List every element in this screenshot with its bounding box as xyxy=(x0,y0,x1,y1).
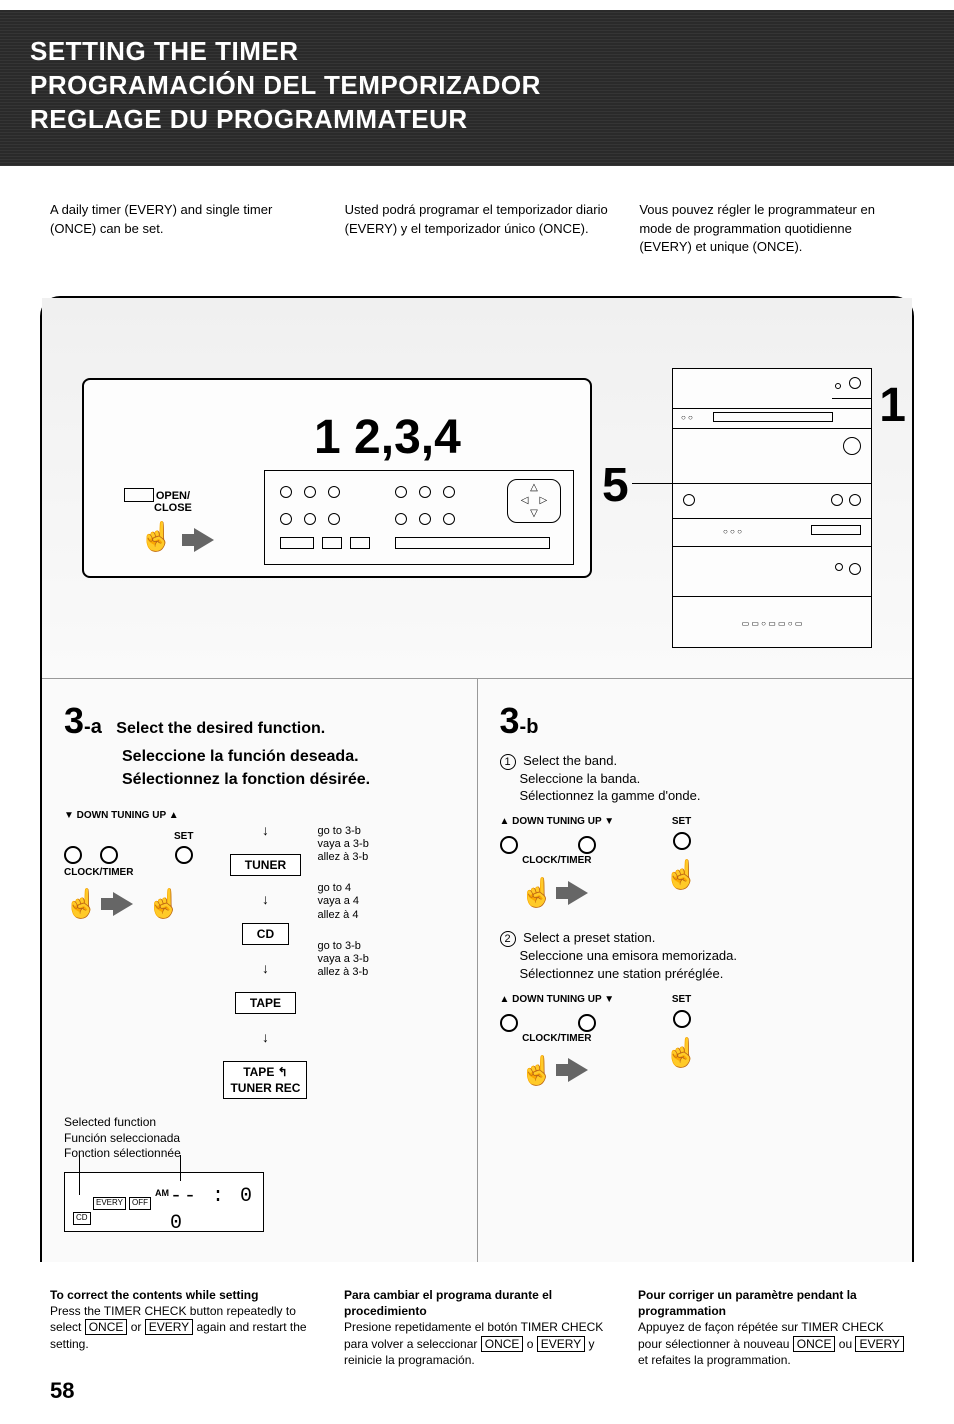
footer-es: Para cambiar el programa durante el proc… xyxy=(344,1287,610,1368)
display-am: AM xyxy=(155,1187,169,1199)
callout-5: 5 xyxy=(602,458,629,513)
display-panel: CD EVERY OFF AM -- : 0 0 xyxy=(64,1172,264,1232)
func-tape: TAPE xyxy=(235,992,296,1014)
display-time: -- : 0 0 xyxy=(170,1183,263,1237)
3b-item2-en: Select a preset station. xyxy=(523,930,655,945)
equipment-diagram: 1 2,3,4 OPEN/ CLOSE △ ◁ ▷ ▽ xyxy=(42,298,912,678)
hand-icon xyxy=(520,874,555,912)
tuning-label: ▼ DOWN TUNING UP ▲ xyxy=(64,809,193,823)
hand-icon xyxy=(147,885,182,923)
footer-en-title: To correct the contents while setting xyxy=(50,1287,316,1303)
section-header: SETTING THE TIMER PROGRAMACIÓN DEL TEMPO… xyxy=(0,10,954,166)
step-3a-head-en: Select the desired function. xyxy=(116,720,325,737)
intro-fr: Vous pouvez régler le programmateur en m… xyxy=(639,201,904,256)
display-every: EVERY xyxy=(93,1197,126,1210)
open-close-label: OPEN/ CLOSE xyxy=(154,490,192,514)
footer-fr: Pour corriger un paramètre pendant la pr… xyxy=(638,1287,904,1368)
arrow-right-icon xyxy=(568,881,588,905)
header-line-es: PROGRAMACIÓN DEL TEMPORIZADOR xyxy=(30,69,924,103)
step-3a-number: 3 xyxy=(64,700,84,741)
step-3b-number: 3 xyxy=(500,700,520,741)
goto-tape: go to 3-b vaya a 3-b allez à 3-b xyxy=(317,940,368,980)
arrow-right-icon xyxy=(194,528,214,552)
diagram-container: 1 2,3,4 OPEN/ CLOSE △ ◁ ▷ ▽ xyxy=(40,296,914,1262)
arrow-right-icon xyxy=(568,1058,588,1082)
step-row: 3-a Select the desired function. Selecci… xyxy=(42,678,912,1262)
callout-1: 1 xyxy=(879,378,906,433)
set-label-b1: SET xyxy=(664,815,699,829)
func-tuner: TUNER xyxy=(230,854,301,876)
func-cd: CD xyxy=(242,923,289,945)
circled-2: 2 xyxy=(500,931,516,947)
set-label-b2: SET xyxy=(664,993,699,1007)
display-off: OFF xyxy=(129,1197,151,1210)
3b-item1-fr: Sélectionnez la gamme d'onde. xyxy=(500,787,701,805)
step-numbers-label: 1 2,3,4 xyxy=(314,410,461,465)
func-tape-rec: TAPE ↰ TUNER REC xyxy=(223,1061,307,1099)
3b-item2-es: Seleccione una emisora memorizada. xyxy=(500,947,738,965)
3b-item1-en: Select the band. xyxy=(523,753,617,768)
hand-icon xyxy=(664,856,699,894)
step-3a: 3-a Select the desired function. Selecci… xyxy=(42,679,477,1262)
clock-timer-b1: CLOCK/TIMER xyxy=(500,854,615,868)
header-line-fr: REGLAGE DU PROGRAMMATEUR xyxy=(30,103,924,137)
intro-es: Usted podrá programar el temporizador di… xyxy=(345,201,610,256)
footer-fr-title: Pour corriger un paramètre pendant la pr… xyxy=(638,1287,904,1319)
footer-es-title: Para cambiar el programa durante el proc… xyxy=(344,1287,610,1319)
display-cd: CD xyxy=(73,1212,91,1225)
goto-tuner: go to 3-b vaya a 3-b allez à 3-b xyxy=(317,825,368,865)
hand-icon xyxy=(664,1034,699,1072)
step-3b: 3-b 1 Select the band. Seleccione la ban… xyxy=(477,679,913,1262)
intro-text: A daily timer (EVERY) and single timer (… xyxy=(0,166,954,276)
selected-es: Función seleccionada xyxy=(64,1131,455,1147)
arrow-right-icon xyxy=(113,892,133,916)
step-3a-sub: -a xyxy=(84,716,102,738)
circled-1: 1 xyxy=(500,754,516,770)
hand-icon xyxy=(139,520,174,553)
step-3a-head-fr: Sélectionnez la fonction désirée. xyxy=(64,769,455,791)
hand-icon xyxy=(520,1052,555,1090)
goto-cd: go to 4 vaya a 4 allez à 4 xyxy=(317,882,368,922)
page-number: 58 xyxy=(0,1378,954,1424)
step-3a-head-es: Seleccione la función deseada. xyxy=(64,746,455,768)
clock-timer-b2: CLOCK/TIMER xyxy=(500,1032,615,1046)
selected-en: Selected function xyxy=(64,1115,455,1131)
intro-en: A daily timer (EVERY) and single timer (… xyxy=(50,201,315,256)
footer-en: To correct the contents while setting Pr… xyxy=(50,1287,316,1368)
selected-fr: Fonction sélectionnée xyxy=(64,1146,455,1162)
tuning-label-b2: ▲ DOWN TUNING UP ▼ xyxy=(500,993,615,1007)
set-label: SET xyxy=(174,830,193,844)
tuning-label-b1: ▲ DOWN TUNING UP ▼ xyxy=(500,815,615,829)
3b-item2-fr: Sélectionnez une station préréglée. xyxy=(500,965,724,983)
header-line-en: SETTING THE TIMER xyxy=(30,35,924,69)
clock-timer-label: CLOCK/TIMER xyxy=(64,866,193,880)
step-3b-sub: -b xyxy=(520,716,539,738)
footer-notes: To correct the contents while setting Pr… xyxy=(0,1262,954,1378)
3b-item1-es: Seleccione la banda. xyxy=(500,770,641,788)
hand-icon xyxy=(64,885,99,923)
